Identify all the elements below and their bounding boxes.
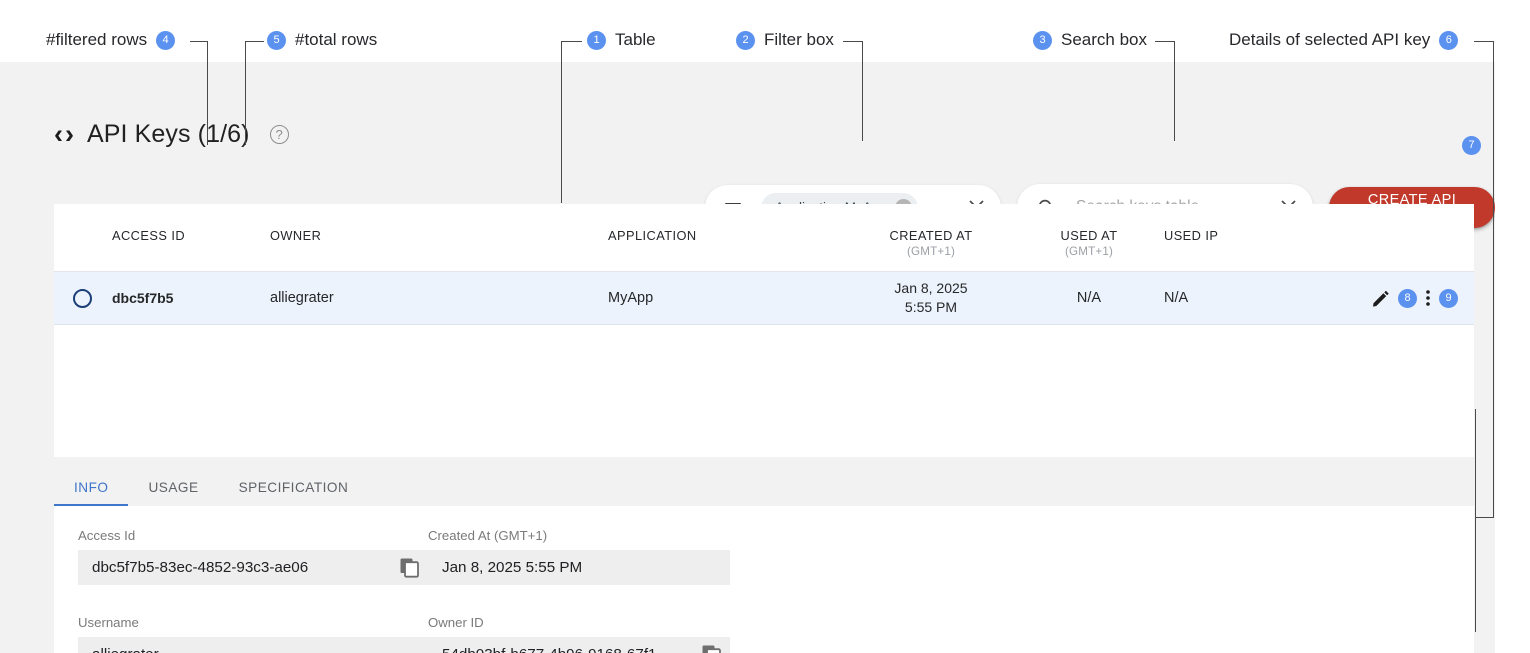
cell-created-date: Jan 8, 2025 — [848, 279, 1014, 298]
annotation-badge-6: 6 — [1439, 31, 1458, 50]
leader-line-6-h2 — [1475, 517, 1494, 518]
field-created-at-value: Jan 8, 2025 5:55 PM — [442, 559, 722, 576]
column-header-application[interactable]: APPLICATION — [608, 228, 848, 243]
detail-form-row-1: Access Id dbc5f7b5-83ec-4852-93c3-ae06 — [78, 528, 1450, 585]
cell-created-at: Jan 8, 2025 5:55 PM — [848, 279, 1014, 317]
field-username-label: Username — [78, 615, 428, 630]
field-owner-id-box[interactable]: 54db03bf-b677-4b96-9168-67f1 — [428, 637, 730, 653]
column-header-used-at[interactable]: USED AT (GMT+1) — [1014, 228, 1164, 258]
field-access-id: Access Id dbc5f7b5-83ec-4852-93c3-ae06 — [78, 528, 428, 585]
annotation-badge-5: 5 — [267, 31, 286, 50]
forward-arrow-icon[interactable]: › — [65, 121, 73, 148]
field-owner-id-label: Owner ID — [428, 615, 778, 630]
cell-used-ip: N/A — [1164, 290, 1324, 306]
leader-line-1-h — [562, 41, 582, 42]
field-owner-id-value: 54db03bf-b677-4b96-9168-67f1 — [442, 646, 695, 653]
cell-used-at: N/A — [1014, 290, 1164, 306]
leader-line-4-v — [207, 41, 208, 145]
annotation-label-filtered-rows: #filtered rows 4 — [46, 30, 175, 50]
annotation-text-filter-box: Filter box — [764, 30, 834, 50]
row-radio-button[interactable] — [73, 289, 92, 308]
leader-line-2-h — [843, 41, 863, 42]
annotation-badge-3: 3 — [1033, 31, 1052, 50]
copy-icon[interactable] — [399, 557, 420, 578]
tab-usage[interactable]: USAGE — [128, 468, 218, 506]
edit-annotation-badge: 8 — [1398, 289, 1417, 308]
copy-icon[interactable] — [701, 644, 722, 653]
row-overflow-menu-icon[interactable] — [1425, 288, 1431, 308]
field-username-box: alliegrater — [78, 637, 428, 653]
detail-form-row-2: Username alliegrater Owner ID 54db03bf-b… — [78, 615, 1450, 653]
screenshot-root: ‹ › API Keys (1/6) ? Application MyApp — [0, 0, 1530, 653]
edit-pencil-icon[interactable] — [1371, 289, 1390, 308]
tab-info[interactable]: INFO — [54, 468, 128, 506]
field-access-id-value: dbc5f7b5-83ec-4852-93c3-ae06 — [92, 559, 393, 576]
field-access-id-box[interactable]: dbc5f7b5-83ec-4852-93c3-ae06 — [78, 550, 428, 585]
page-title-group: ‹ › API Keys (1/6) ? — [54, 120, 289, 149]
annotation-badge-1: 1 — [587, 31, 606, 50]
history-nav[interactable]: ‹ › — [54, 121, 73, 148]
annotation-text-table: Table — [615, 30, 656, 50]
row-actions: 8 9 — [1324, 288, 1474, 308]
field-owner-id: Owner ID 54db03bf-b677-4b96-9168-67f1 — [428, 615, 778, 653]
annotation-text-filtered-rows: #filtered rows — [46, 30, 147, 50]
leader-line-2-v — [862, 41, 863, 141]
cell-owner: alliegrater — [270, 290, 608, 306]
column-header-used-at-text: USED AT — [1061, 228, 1118, 243]
detail-form: Access Id dbc5f7b5-83ec-4852-93c3-ae06 — [54, 506, 1474, 653]
column-header-created-at-tz: (GMT+1) — [848, 245, 1014, 258]
field-created-at-box: Jan 8, 2025 5:55 PM — [428, 550, 730, 585]
annotation-label-filter-box: 2 Filter box — [736, 30, 834, 50]
field-access-id-label: Access Id — [78, 528, 428, 543]
api-key-details-panel: INFO USAGE SPECIFICATION Access Id dbc5f… — [54, 468, 1474, 653]
field-created-at: Created At (GMT+1) Jan 8, 2025 5:55 PM — [428, 528, 778, 585]
column-header-access-id[interactable]: ACCESS ID — [110, 228, 270, 243]
annotation-label-table: 1 Table — [587, 30, 656, 50]
annotation-badge-7: 7 — [1462, 136, 1481, 155]
field-username-value: alliegrater — [92, 646, 420, 653]
annotation-badge-2: 2 — [736, 31, 755, 50]
column-header-created-at-text: CREATED AT — [890, 228, 973, 243]
column-header-used-ip[interactable]: USED IP — [1164, 228, 1324, 243]
app-window: ‹ › API Keys (1/6) ? Application MyApp — [0, 62, 1495, 653]
field-created-at-label: Created At (GMT+1) — [428, 528, 778, 543]
field-username: Username alliegrater — [78, 615, 428, 653]
leader-line-6-h — [1474, 41, 1494, 42]
page-title: API Keys (1/6) — [87, 120, 250, 149]
tab-specification[interactable]: SPECIFICATION — [219, 468, 369, 506]
annotation-text-search-box: Search box — [1061, 30, 1147, 50]
leader-line-5-v — [245, 41, 246, 145]
cell-created-time: 5:55 PM — [848, 298, 1014, 317]
table-row[interactable]: dbc5f7b5 alliegrater MyApp Jan 8, 2025 5… — [54, 272, 1474, 325]
annotation-label-details: Details of selected API key 6 — [1229, 30, 1458, 50]
detail-tabs: INFO USAGE SPECIFICATION — [54, 468, 1474, 506]
leader-line-3-h — [1155, 41, 1175, 42]
annotation-text-total-rows: #total rows — [295, 30, 377, 50]
column-header-owner[interactable]: OWNER — [270, 228, 608, 243]
leader-line-6-v — [1493, 41, 1494, 518]
menu-annotation-badge: 9 — [1439, 289, 1458, 308]
page-toolbar: ‹ › API Keys (1/6) ? Application MyApp — [0, 62, 1495, 205]
api-keys-table: ACCESS ID OWNER APPLICATION CREATED AT (… — [54, 204, 1474, 457]
leader-line-4-h — [190, 41, 208, 42]
leader-bracket-6-top — [1475, 409, 1476, 519]
row-select-cell[interactable] — [54, 289, 110, 308]
column-header-used-at-tz: (GMT+1) — [1014, 245, 1164, 258]
leader-line-5-h — [246, 41, 264, 42]
annotation-text-details: Details of selected API key — [1229, 30, 1430, 50]
leader-bracket-6-bottom — [1475, 517, 1476, 632]
table-header-row: ACCESS ID OWNER APPLICATION CREATED AT (… — [54, 204, 1474, 272]
column-header-created-at[interactable]: CREATED AT (GMT+1) — [848, 228, 1014, 258]
annotation-badge-4: 4 — [156, 31, 175, 50]
cell-access-id: dbc5f7b5 — [110, 290, 270, 306]
back-arrow-icon[interactable]: ‹ — [54, 121, 62, 148]
annotation-label-search-box: 3 Search box — [1033, 30, 1147, 50]
annotation-label-total-rows: 5 #total rows — [267, 30, 377, 50]
leader-line-3-v — [1174, 41, 1175, 141]
leader-line-1-v — [561, 41, 562, 203]
help-icon[interactable]: ? — [270, 125, 289, 144]
cell-application: MyApp — [608, 290, 848, 306]
